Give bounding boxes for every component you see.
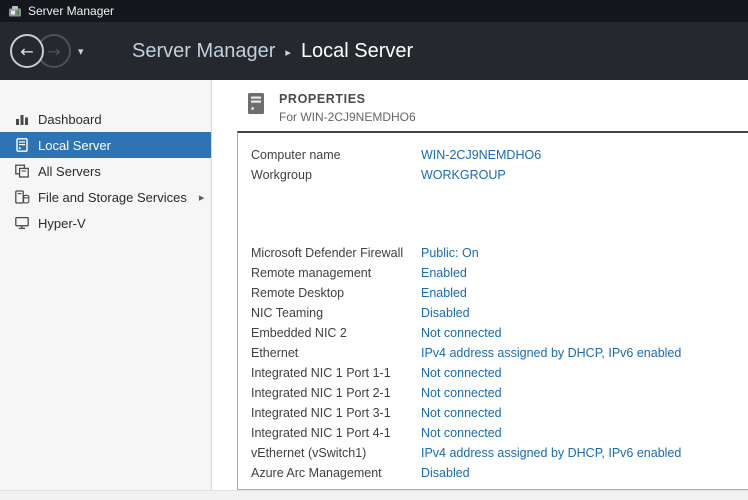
property-row: Embedded NIC 2 Not connected [251, 323, 748, 343]
property-value-link[interactable]: Not connected [421, 426, 502, 440]
sidebar-item-dashboard[interactable]: Dashboard [0, 106, 211, 132]
property-label: Integrated NIC 1 Port 2-1 [251, 386, 421, 400]
dashboard-icon [14, 111, 30, 127]
property-label: Remote management [251, 266, 421, 280]
sidebar-item-label: Local Server [38, 138, 111, 153]
property-label: Integrated NIC 1 Port 1-1 [251, 366, 421, 380]
property-row: Microsoft Defender Firewall Public: On [251, 243, 748, 263]
nav-buttons: → ← ▾ [10, 31, 94, 71]
breadcrumb: Server Manager ▸ Local Server [132, 40, 413, 63]
property-value-link[interactable]: Public: On [421, 246, 479, 260]
property-value-link[interactable]: Enabled [421, 266, 467, 280]
sidebar-item-label: All Servers [38, 164, 101, 179]
server-manager-window: Server Manager → ← ▾ Server Manager ▸ Lo… [0, 0, 748, 500]
properties-server-icon [245, 92, 267, 131]
property-value-link[interactable]: Not connected [421, 326, 502, 340]
property-label: Microsoft Defender Firewall [251, 246, 421, 260]
property-label: Integrated NIC 1 Port 3-1 [251, 406, 421, 420]
properties-subtitle: For WIN-2CJ9NEMDHO6 [279, 110, 416, 124]
storage-icon [14, 189, 30, 205]
main-area: Dashboard Local Server [0, 80, 748, 490]
window-title: Server Manager [28, 4, 114, 18]
property-label: Remote Desktop [251, 286, 421, 300]
property-row: Remote Desktop Enabled [251, 283, 748, 303]
property-label: Azure Arc Management [251, 466, 421, 480]
properties-identity-group: Computer name WIN-2CJ9NEMDHO6 Workgroup … [251, 145, 748, 185]
property-row: Integrated NIC 1 Port 4-1 Not connected [251, 423, 748, 443]
server-manager-app-icon [8, 4, 22, 18]
breadcrumb-server-manager[interactable]: Server Manager [132, 40, 275, 63]
sidebar-item-hyper-v[interactable]: Hyper-V [0, 210, 211, 236]
property-row: Integrated NIC 1 Port 2-1 Not connected [251, 383, 748, 403]
hyperv-icon [14, 215, 30, 231]
property-value-link[interactable]: IPv4 address assigned by DHCP, IPv6 enab… [421, 446, 681, 460]
all-servers-icon [14, 163, 30, 179]
property-label: Computer name [251, 148, 421, 162]
local-server-content: PROPERTIES For WIN-2CJ9NEMDHO6 Computer … [212, 80, 748, 490]
property-label: Workgroup [251, 168, 421, 182]
property-value-link[interactable]: IPv4 address assigned by DHCP, IPv6 enab… [421, 346, 681, 360]
sidebar-item-file-storage-services[interactable]: File and Storage Services ▸ [0, 184, 211, 210]
property-row: NIC Teaming Disabled [251, 303, 748, 323]
sidebar-item-label: Dashboard [38, 112, 102, 127]
property-row: Workgroup WORKGROUP [251, 165, 748, 185]
properties-status-group: Microsoft Defender Firewall Public: On R… [251, 243, 748, 483]
property-value-link[interactable]: WIN-2CJ9NEMDHO6 [421, 148, 541, 162]
breadcrumb-local-server: Local Server [301, 40, 413, 63]
property-row: Remote management Enabled [251, 263, 748, 283]
property-label: vEthernet (vSwitch1) [251, 446, 421, 460]
navigation-banner: → ← ▾ Server Manager ▸ Local Server [0, 22, 748, 80]
nav-history-caret-icon[interactable]: ▾ [78, 45, 84, 58]
property-row: vEthernet (vSwitch1) IPv4 address assign… [251, 443, 748, 463]
expand-chevron-icon[interactable]: ▸ [199, 191, 205, 204]
server-icon [14, 137, 30, 153]
property-row: Integrated NIC 1 Port 3-1 Not connected [251, 403, 748, 423]
properties-header: PROPERTIES For WIN-2CJ9NEMDHO6 [212, 80, 748, 131]
property-row: Azure Arc Management Disabled [251, 463, 748, 483]
property-label: Ethernet [251, 346, 421, 360]
property-value-link[interactable]: Enabled [421, 286, 467, 300]
property-value-link[interactable]: Disabled [421, 306, 470, 320]
sidebar-item-label: File and Storage Services [38, 190, 187, 205]
sidebar-item-all-servers[interactable]: All Servers [0, 158, 211, 184]
sidebar-item-local-server[interactable]: Local Server [0, 132, 211, 158]
back-button[interactable]: ← [10, 34, 44, 68]
properties-panel: Computer name WIN-2CJ9NEMDHO6 Workgroup … [237, 131, 748, 490]
horizontal-scrollbar[interactable] [0, 490, 748, 500]
property-row: Computer name WIN-2CJ9NEMDHO6 [251, 145, 748, 165]
titlebar: Server Manager [0, 0, 748, 22]
sidebar: Dashboard Local Server [0, 80, 212, 490]
property-value-link[interactable]: Not connected [421, 406, 502, 420]
property-row: Ethernet IPv4 address assigned by DHCP, … [251, 343, 748, 363]
property-value-link[interactable]: Not connected [421, 366, 502, 380]
property-label: Integrated NIC 1 Port 4-1 [251, 426, 421, 440]
property-label: NIC Teaming [251, 306, 421, 320]
breadcrumb-separator-icon: ▸ [285, 46, 291, 59]
sidebar-item-label: Hyper-V [38, 216, 86, 231]
property-row: Integrated NIC 1 Port 1-1 Not connected [251, 363, 748, 383]
properties-title: PROPERTIES [279, 92, 416, 106]
property-value-link[interactable]: WORKGROUP [421, 168, 506, 182]
property-label: Embedded NIC 2 [251, 326, 421, 340]
property-value-link[interactable]: Disabled [421, 466, 470, 480]
property-value-link[interactable]: Not connected [421, 386, 502, 400]
